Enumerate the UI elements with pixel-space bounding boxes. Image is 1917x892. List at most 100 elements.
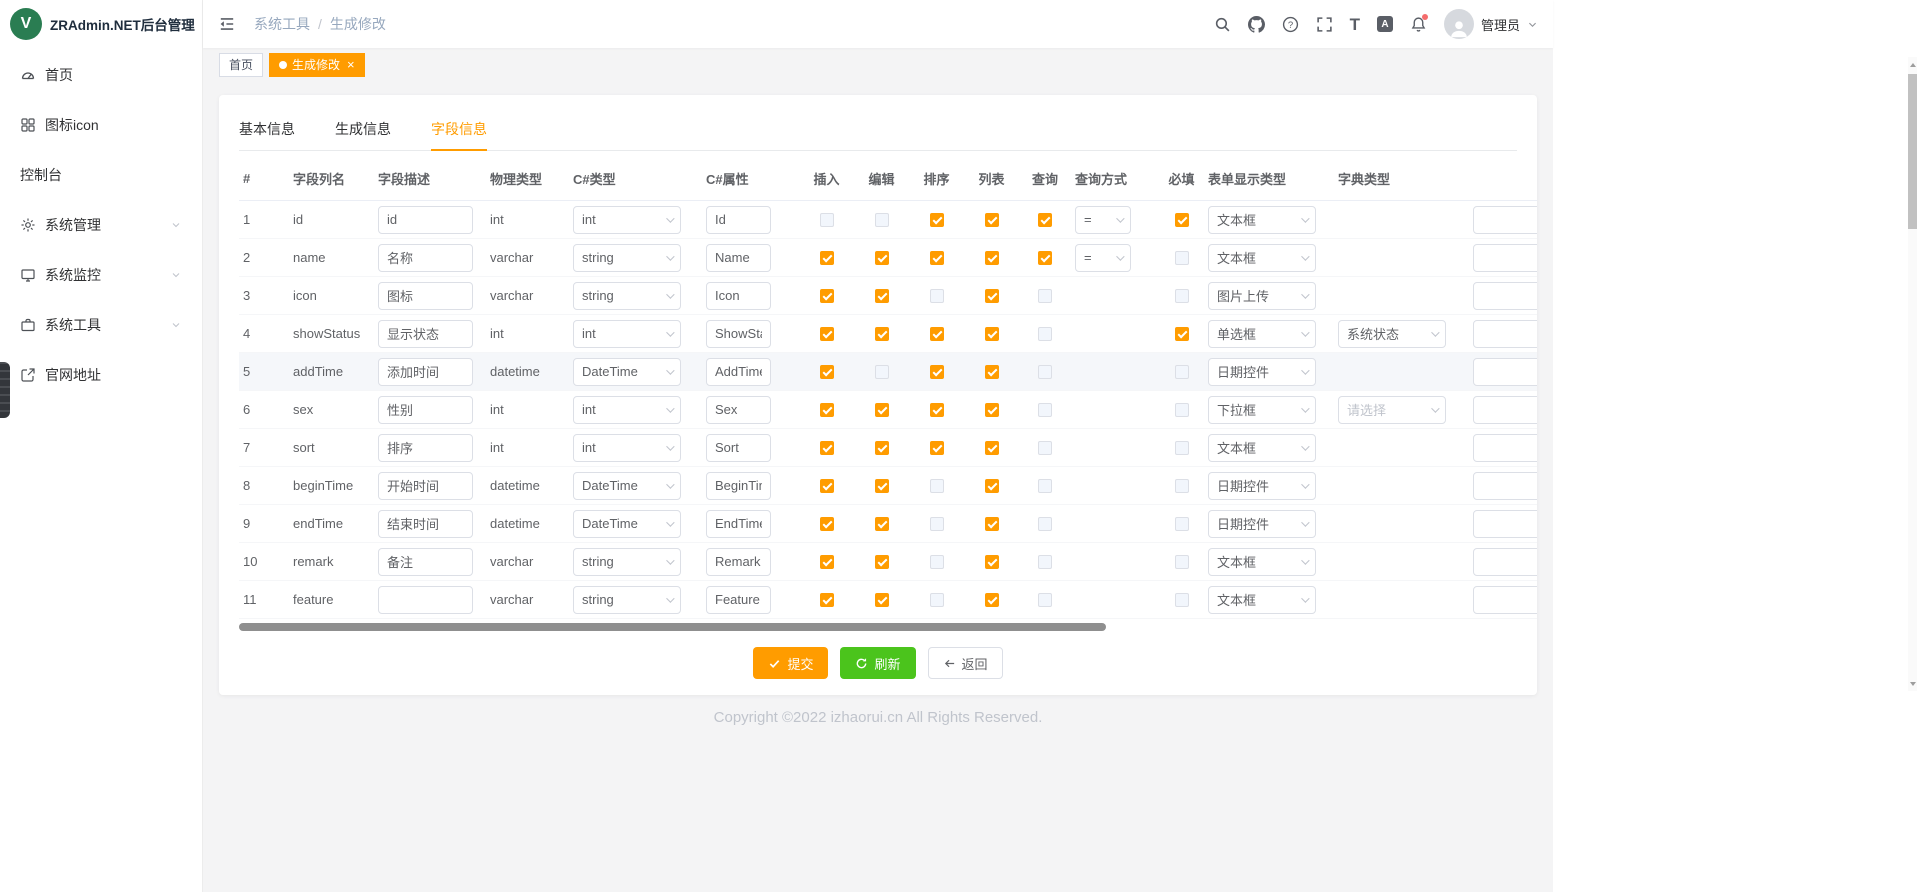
breadcrumb-system-tools[interactable]: 系统工具 bbox=[254, 14, 310, 34]
display-type-select[interactable]: 日期控件 bbox=[1208, 472, 1316, 500]
list-checkbox[interactable] bbox=[985, 441, 999, 455]
display-type-select[interactable]: 图片上传 bbox=[1208, 282, 1316, 310]
required-checkbox[interactable] bbox=[1175, 251, 1189, 265]
field-description-input[interactable] bbox=[378, 472, 473, 500]
app-logo[interactable]: V ZRAdmin.NET后台管理 bbox=[0, 0, 202, 48]
list-checkbox[interactable] bbox=[985, 251, 999, 265]
csharp-type-select[interactable]: string bbox=[573, 244, 681, 272]
dict-type-select[interactable]: 请选择 bbox=[1338, 396, 1446, 424]
query-checkbox[interactable] bbox=[1038, 403, 1052, 417]
list-checkbox[interactable] bbox=[985, 289, 999, 303]
csharp-property-input[interactable] bbox=[706, 396, 771, 424]
query-method-select[interactable]: = bbox=[1075, 244, 1131, 272]
csharp-type-select[interactable]: int bbox=[573, 396, 681, 424]
required-checkbox[interactable] bbox=[1175, 479, 1189, 493]
csharp-property-input[interactable] bbox=[706, 472, 771, 500]
field-description-input[interactable] bbox=[378, 282, 473, 310]
display-type-select[interactable]: 日期控件 bbox=[1208, 510, 1316, 538]
sidebar-item-system-tools[interactable]: 系统工具 bbox=[0, 300, 202, 350]
field-description-input[interactable] bbox=[378, 244, 473, 272]
extra-field-input[interactable] bbox=[1473, 396, 1537, 424]
tag-home[interactable]: 首页 bbox=[219, 53, 263, 77]
user-dropdown[interactable]: 管理员 bbox=[1444, 9, 1538, 39]
extra-field-input[interactable] bbox=[1473, 358, 1537, 386]
csharp-type-select[interactable]: int bbox=[573, 320, 681, 348]
edit-checkbox[interactable] bbox=[875, 403, 889, 417]
sort-checkbox[interactable] bbox=[930, 517, 944, 531]
csharp-property-input[interactable] bbox=[706, 282, 771, 310]
tab-generate-info[interactable]: 生成信息 bbox=[335, 111, 391, 150]
required-checkbox[interactable] bbox=[1175, 365, 1189, 379]
field-description-input[interactable] bbox=[378, 548, 473, 576]
csharp-type-select[interactable]: DateTime bbox=[573, 510, 681, 538]
sort-checkbox[interactable] bbox=[930, 555, 944, 569]
display-type-select[interactable]: 文本框 bbox=[1208, 586, 1316, 614]
horizontal-scrollbar-thumb[interactable] bbox=[239, 623, 1106, 631]
csharp-property-input[interactable] bbox=[706, 206, 771, 234]
insert-checkbox[interactable] bbox=[820, 289, 834, 303]
field-description-input[interactable] bbox=[378, 206, 473, 234]
edit-checkbox[interactable] bbox=[875, 365, 889, 379]
csharp-type-select[interactable]: string bbox=[573, 548, 681, 576]
insert-checkbox[interactable] bbox=[820, 365, 834, 379]
scroll-down-arrow[interactable] bbox=[1908, 676, 1917, 691]
insert-checkbox[interactable] bbox=[820, 251, 834, 265]
sort-checkbox[interactable] bbox=[930, 479, 944, 493]
query-checkbox[interactable] bbox=[1038, 479, 1052, 493]
csharp-property-input[interactable] bbox=[706, 320, 771, 348]
list-checkbox[interactable] bbox=[985, 593, 999, 607]
github-icon[interactable] bbox=[1248, 16, 1265, 33]
extra-field-input[interactable] bbox=[1473, 206, 1537, 234]
extra-field-input[interactable] bbox=[1473, 510, 1537, 538]
required-checkbox[interactable] bbox=[1175, 213, 1189, 227]
display-type-select[interactable]: 文本框 bbox=[1208, 548, 1316, 576]
sidebar-item-system-monitor[interactable]: 系统监控 bbox=[0, 250, 202, 300]
vertical-scrollbar-thumb[interactable] bbox=[1908, 74, 1917, 229]
submit-button[interactable]: 提交 bbox=[753, 647, 828, 679]
sidebar-item-icons[interactable]: 图标icon bbox=[0, 100, 202, 150]
display-type-select[interactable]: 下拉框 bbox=[1208, 396, 1316, 424]
tag-generate-edit[interactable]: 生成修改 × bbox=[269, 53, 365, 77]
sidebar-item-console[interactable]: 控制台 bbox=[0, 150, 202, 200]
tab-field-info[interactable]: 字段信息 bbox=[431, 111, 487, 150]
list-checkbox[interactable] bbox=[985, 213, 999, 227]
query-checkbox[interactable] bbox=[1038, 593, 1052, 607]
list-checkbox[interactable] bbox=[985, 479, 999, 493]
field-description-input[interactable] bbox=[378, 510, 473, 538]
edit-checkbox[interactable] bbox=[875, 555, 889, 569]
csharp-type-select[interactable]: string bbox=[573, 586, 681, 614]
sort-checkbox[interactable] bbox=[930, 251, 944, 265]
settings-drawer-handle[interactable] bbox=[0, 362, 10, 418]
csharp-type-select[interactable]: DateTime bbox=[573, 358, 681, 386]
required-checkbox[interactable] bbox=[1175, 593, 1189, 607]
sort-checkbox[interactable] bbox=[930, 593, 944, 607]
refresh-button[interactable]: 刷新 bbox=[840, 647, 915, 679]
field-description-input[interactable] bbox=[378, 434, 473, 462]
list-checkbox[interactable] bbox=[985, 517, 999, 531]
insert-checkbox[interactable] bbox=[820, 517, 834, 531]
insert-checkbox[interactable] bbox=[820, 213, 834, 227]
extra-field-input[interactable] bbox=[1473, 434, 1537, 462]
edit-checkbox[interactable] bbox=[875, 441, 889, 455]
sidebar-fold-icon[interactable] bbox=[218, 15, 236, 33]
extra-field-input[interactable] bbox=[1473, 282, 1537, 310]
csharp-type-select[interactable]: int bbox=[573, 434, 681, 462]
query-checkbox[interactable] bbox=[1038, 555, 1052, 569]
csharp-type-select[interactable]: string bbox=[573, 282, 681, 310]
sort-checkbox[interactable] bbox=[930, 213, 944, 227]
field-description-input[interactable] bbox=[378, 320, 473, 348]
sidebar-item-home[interactable]: 首页 bbox=[0, 50, 202, 100]
insert-checkbox[interactable] bbox=[820, 479, 834, 493]
sort-checkbox[interactable] bbox=[930, 289, 944, 303]
edit-checkbox[interactable] bbox=[875, 251, 889, 265]
query-method-select[interactable]: = bbox=[1075, 206, 1131, 234]
extra-field-input[interactable] bbox=[1473, 320, 1537, 348]
display-type-select[interactable]: 文本框 bbox=[1208, 434, 1316, 462]
edit-checkbox[interactable] bbox=[875, 213, 889, 227]
required-checkbox[interactable] bbox=[1175, 403, 1189, 417]
query-checkbox[interactable] bbox=[1038, 517, 1052, 531]
back-button[interactable]: 返回 bbox=[928, 647, 1003, 679]
insert-checkbox[interactable] bbox=[820, 441, 834, 455]
sort-checkbox[interactable] bbox=[930, 403, 944, 417]
query-checkbox[interactable] bbox=[1038, 327, 1052, 341]
